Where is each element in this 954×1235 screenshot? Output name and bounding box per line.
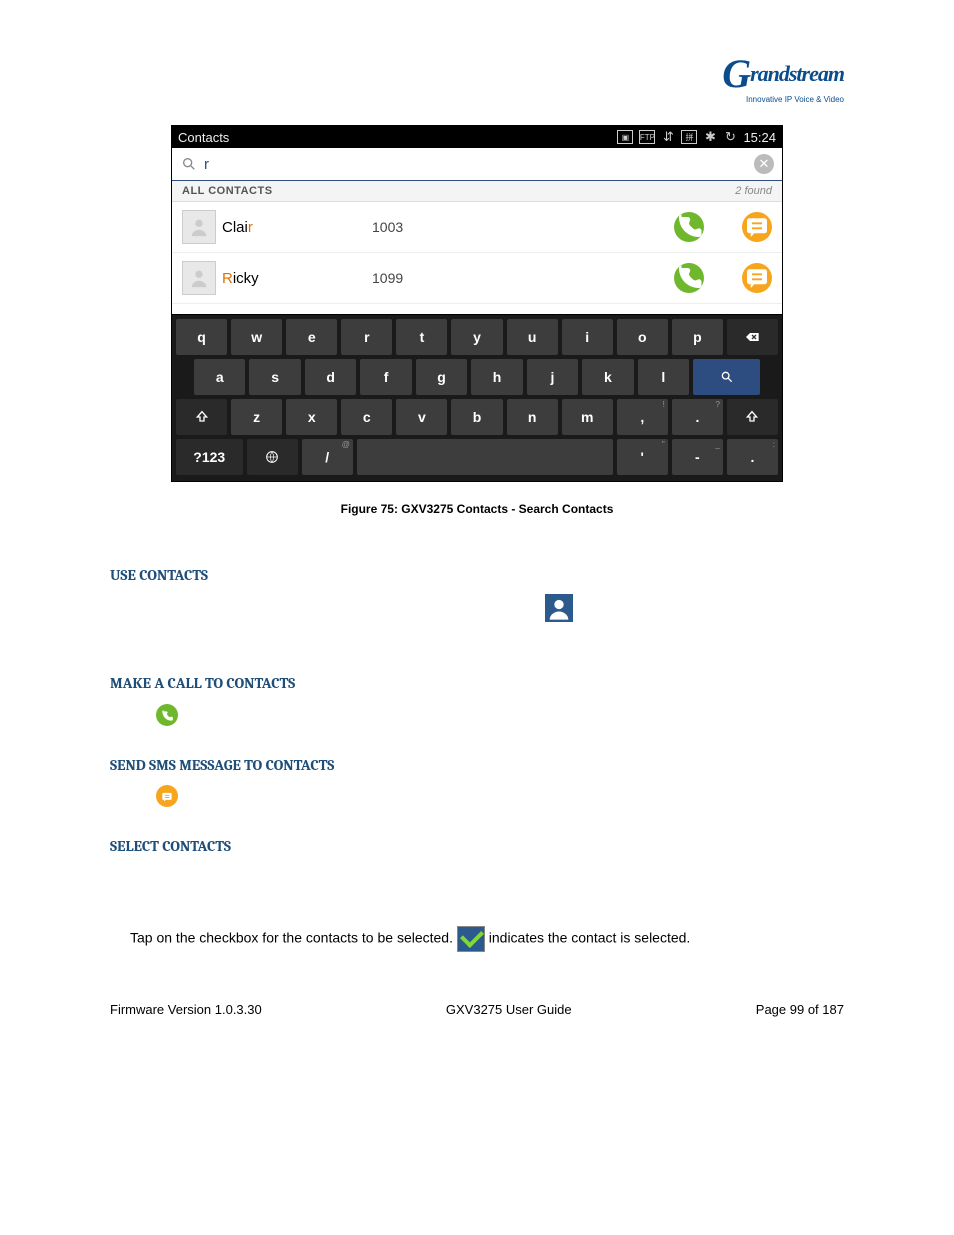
make-call-body: Tap on to call the contact.	[110, 702, 844, 725]
key-m[interactable]: m	[562, 399, 613, 435]
phone-icon	[156, 704, 178, 726]
key-b[interactable]: b	[451, 399, 502, 435]
sms-button[interactable]	[742, 263, 772, 293]
input-icon: 拼	[681, 130, 697, 144]
select-checkbox-line: Tap on the checkbox for the contacts to …	[130, 926, 844, 952]
key-u[interactable]: u	[507, 319, 558, 355]
select-step-1: 1. Users could navigate in the contacts …	[130, 870, 844, 886]
message-icon	[156, 785, 178, 807]
contact-row[interactable]: Clair 1003	[172, 202, 782, 253]
sync-icon: ↻	[723, 131, 737, 143]
heading-use-contacts: USE CONTACTS	[110, 566, 844, 584]
key-slash[interactable]: @/	[302, 439, 353, 475]
contact-name: Ricky	[222, 270, 372, 287]
search-icon	[180, 155, 198, 173]
key-d[interactable]: d	[305, 359, 356, 395]
key-search[interactable]	[693, 359, 760, 395]
key-t[interactable]: t	[396, 319, 447, 355]
key-v[interactable]: v	[396, 399, 447, 435]
key-lang[interactable]	[247, 439, 298, 475]
contact-number: 1099	[372, 270, 666, 286]
key-period[interactable]: ?.	[672, 399, 723, 435]
key-p[interactable]: p	[672, 319, 723, 355]
clock: 15:24	[743, 130, 776, 145]
key-h[interactable]: h	[471, 359, 522, 395]
sms-button[interactable]	[742, 212, 772, 242]
checked-icon	[457, 926, 485, 952]
heading-select-contacts: SELECT CONTACTS	[110, 837, 844, 855]
key-dash[interactable]: _-	[672, 439, 723, 475]
key-x[interactable]: x	[286, 399, 337, 435]
contact-number: 1003	[372, 219, 666, 235]
figure-caption: Figure 75: GXV3275 Contacts - Search Con…	[110, 502, 844, 516]
key-w[interactable]: w	[231, 319, 282, 355]
key-g[interactable]: g	[416, 359, 467, 395]
clear-search-button[interactable]: ✕	[754, 154, 774, 174]
key-e[interactable]: e	[286, 319, 337, 355]
send-sms-body: Tap on to send SMS.	[110, 784, 844, 807]
key-j[interactable]: j	[527, 359, 578, 395]
key-k[interactable]: k	[582, 359, 633, 395]
key-comma[interactable]: !,	[617, 399, 668, 435]
key-r[interactable]: r	[341, 319, 392, 355]
contact-name: Clair	[222, 219, 372, 236]
contacts-list-icon	[545, 594, 573, 622]
key-z[interactable]: z	[231, 399, 282, 435]
brand-logo: Grandstream Innovative IP Voice & Video	[110, 50, 844, 105]
key-backspace[interactable]	[727, 319, 778, 355]
call-button[interactable]	[674, 263, 704, 293]
app-title: Contacts	[178, 130, 617, 145]
key-c[interactable]: c	[341, 399, 392, 435]
footer-title: GXV3275 User Guide	[446, 1002, 572, 1017]
ftp-icon: FTP	[639, 130, 655, 144]
key-shift-left[interactable]	[176, 399, 227, 435]
footer-page: Page 99 of 187	[756, 1002, 844, 1017]
footer-firmware: Firmware Version 1.0.3.30	[110, 1002, 262, 1017]
heading-make-call: MAKE A CALL TO CONTACTS	[110, 674, 844, 692]
key-n[interactable]: n	[507, 399, 558, 435]
heading-send-sms: SEND SMS MESSAGE TO CONTACTS	[110, 756, 844, 774]
key-i[interactable]: i	[562, 319, 613, 355]
call-button[interactable]	[674, 212, 704, 242]
found-count: 2 found	[735, 185, 772, 197]
key-symbols[interactable]: ?123	[176, 439, 243, 475]
screenshot-contacts-search: Contacts ▣ FTP ⇵ 拼 ✱ ↻ 15:24 ✕ ALL CONTA…	[171, 125, 783, 482]
key-l[interactable]: l	[638, 359, 689, 395]
bluetooth-icon: ✱	[703, 131, 717, 143]
key-f[interactable]: f	[360, 359, 411, 395]
search-bar: ✕	[172, 148, 782, 181]
key-y[interactable]: y	[451, 319, 502, 355]
key-a[interactable]: a	[194, 359, 245, 395]
key-dot2[interactable]: :.	[727, 439, 778, 475]
soft-keyboard: q w e r t y u i o p a s d f g h j k	[172, 315, 782, 481]
network-icon: ⇵	[661, 131, 675, 143]
key-space[interactable]	[357, 439, 613, 475]
key-q[interactable]: q	[176, 319, 227, 355]
search-input[interactable]	[202, 155, 754, 174]
contact-row[interactable]: Ricky 1099	[172, 253, 782, 304]
picture-icon: ▣	[617, 130, 633, 144]
results-header: ALL CONTACTS 2 found	[172, 181, 782, 202]
avatar-icon	[182, 261, 216, 295]
avatar-icon	[182, 210, 216, 244]
status-bar: Contacts ▣ FTP ⇵ 拼 ✱ ↻ 15:24	[172, 126, 782, 148]
key-s[interactable]: s	[249, 359, 300, 395]
page-footer: Firmware Version 1.0.3.30 GXV3275 User G…	[110, 992, 844, 1017]
key-o[interactable]: o	[617, 319, 668, 355]
use-contacts-body: Once the contacts are added, users could…	[110, 594, 844, 644]
key-shift-right[interactable]	[727, 399, 778, 435]
key-apostrophe[interactable]: "'	[617, 439, 668, 475]
all-contacts-label: ALL CONTACTS	[182, 185, 735, 197]
